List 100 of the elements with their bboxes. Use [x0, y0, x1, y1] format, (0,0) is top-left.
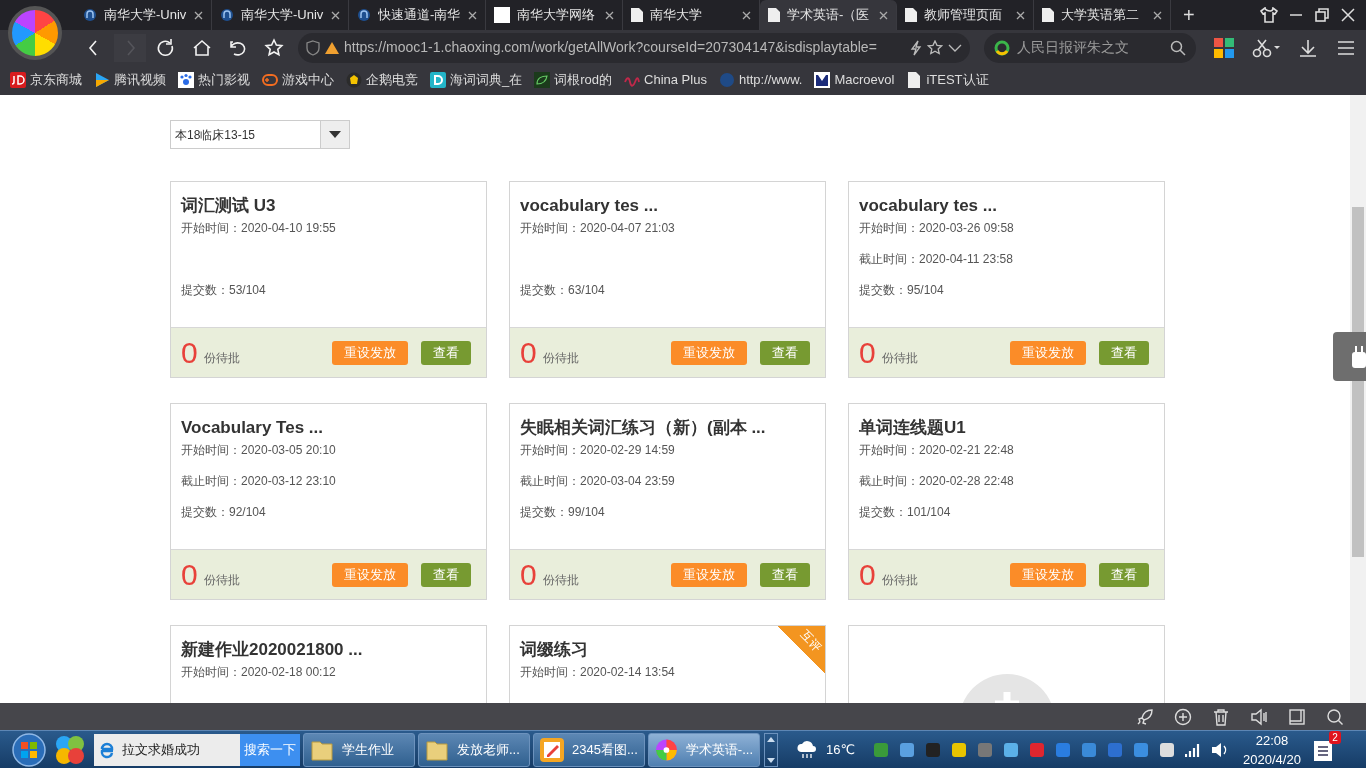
- star-icon[interactable]: [927, 39, 943, 56]
- close-icon[interactable]: [879, 10, 888, 20]
- globe-icon: [357, 8, 371, 22]
- assignment-title[interactable]: vocabulary tes ...: [520, 193, 815, 217]
- browser-tab[interactable]: 学术英语-（医: [760, 0, 897, 30]
- taskbar-search-field[interactable]: 拉文求婚成功: [120, 738, 230, 761]
- tray-icon[interactable]: [1159, 741, 1176, 758]
- letter-m-icon: [814, 72, 831, 88]
- submission-count: 提交数：53/104: [181, 282, 267, 299]
- restore-icon[interactable]: [1314, 7, 1330, 23]
- arrow-up-icon[interactable]: [767, 736, 775, 742]
- bookmark-link[interactable]: 企鹅电竞: [346, 70, 418, 90]
- jd-logo-icon: [10, 72, 26, 88]
- bookmark-link[interactable]: http://www.: [718, 70, 803, 90]
- menu-icon[interactable]: [1336, 38, 1356, 57]
- taskbar-item[interactable]: 学生作业: [303, 732, 415, 767]
- assignment-title[interactable]: Vocabulary Tes ...: [181, 415, 476, 439]
- search-engine-logo-icon: [994, 39, 1010, 56]
- bookmark-link[interactable]: Macroevol: [814, 70, 895, 90]
- search-field[interactable]: 人民日报评朱之文: [1015, 36, 1165, 59]
- play-icon: [94, 72, 110, 88]
- pending-count: 0: [181, 559, 198, 590]
- assignment-title[interactable]: 失眠相关词汇练习（新）(副本 ...: [520, 415, 815, 439]
- pending-label: 份待批: [203, 349, 240, 367]
- gamepad-icon: [262, 72, 278, 88]
- side-panel-tab[interactable]: [1333, 332, 1366, 381]
- trash-icon[interactable]: [1212, 707, 1230, 726]
- close-icon[interactable]: [468, 10, 477, 20]
- bookmark-link[interactable]: 热门影视: [178, 70, 250, 90]
- globe-icon: [718, 72, 735, 88]
- bookmark-link[interactable]: 游戏中心: [262, 70, 334, 90]
- star-icon[interactable]: [264, 37, 284, 58]
- reload-icon[interactable]: [156, 37, 176, 58]
- new-tab-button[interactable]: +: [1171, 0, 1207, 30]
- tray-icon[interactable]: [899, 741, 916, 758]
- shield-icon: [306, 39, 320, 56]
- pending-count: 0: [859, 559, 876, 590]
- document-icon: [906, 72, 923, 88]
- end-time: 截止时间：2020-02-28 22:48: [859, 473, 1015, 490]
- rocket-icon[interactable]: [1136, 707, 1154, 726]
- arrow-down-icon[interactable]: [767, 757, 775, 763]
- bookmark-link[interactable]: iTEST认证: [906, 70, 989, 90]
- lightning-icon[interactable]: [910, 39, 922, 56]
- globe-icon: [83, 8, 97, 22]
- pending-label: 份待批: [881, 349, 918, 367]
- address-field[interactable]: https://mooc1-1.chaoxing.com/work/getAllWork?courseId=207304147&isdisplaytable=: [298, 32, 970, 63]
- search-box[interactable]: 人民日报评朱之文: [984, 32, 1196, 63]
- start-time: 开始时间：2020-03-05 20:10: [181, 442, 337, 459]
- blank-page-icon: [494, 7, 510, 23]
- pencil-picture-icon: [540, 737, 564, 762]
- bookmark-link[interactable]: 腾讯视频: [94, 70, 166, 90]
- cloud-rain-icon: [796, 739, 818, 760]
- assignment-title[interactable]: 新建作业2020021800 ...: [181, 637, 476, 661]
- document-icon: [1042, 8, 1054, 22]
- notification-badge: 2: [1329, 731, 1341, 745]
- chevron-down-icon[interactable]: [948, 42, 962, 53]
- tray-icon[interactable]: [1003, 741, 1020, 758]
- pinwheel-icon: [655, 737, 678, 762]
- close-icon[interactable]: [605, 10, 614, 20]
- bookmark-link[interactable]: 词根rod的: [534, 70, 613, 90]
- clock-date: 2020/4/20: [1243, 750, 1301, 768]
- assignment-title[interactable]: 词汇测试 U3: [181, 193, 476, 217]
- submission-count: 提交数：101/104: [859, 504, 952, 521]
- assignment-title[interactable]: 单词连线题U1: [859, 415, 1154, 439]
- scissors-icon[interactable]: [1252, 37, 1280, 58]
- taskbar-item[interactable]: 发放老师...: [418, 732, 530, 767]
- close-icon[interactable]: [331, 10, 340, 20]
- pending-label: 份待批: [542, 349, 579, 367]
- search-icon[interactable]: [1170, 39, 1186, 56]
- close-icon[interactable]: [742, 10, 751, 20]
- class-select[interactable]: 本18临床13-15: [170, 120, 350, 149]
- bookmark-link[interactable]: 京东商城: [10, 70, 82, 90]
- close-icon[interactable]: [194, 10, 203, 20]
- leaf-icon: [534, 72, 551, 88]
- download-icon[interactable]: [1298, 37, 1318, 58]
- assignment-title[interactable]: vocabulary tes ...: [859, 193, 1154, 217]
- search-icon[interactable]: [1326, 707, 1344, 726]
- balls-icon[interactable]: [54, 733, 86, 766]
- peer-review-ribbon: 互评: [777, 626, 825, 674]
- speaker-icon[interactable]: [1250, 707, 1268, 726]
- bookmark-link[interactable]: China Plus: [624, 70, 707, 90]
- clock-time: 22:08: [1254, 731, 1290, 750]
- circle-plus-icon[interactable]: [1174, 707, 1192, 726]
- start-time: 开始时间：2020-04-07 21:03: [520, 220, 676, 237]
- globe-icon: [220, 8, 234, 22]
- taskbar-search-box[interactable]: 拉文求婚成功: [94, 733, 240, 766]
- shirt-icon[interactable]: [1260, 7, 1278, 23]
- tray-icon[interactable]: [1133, 741, 1150, 758]
- bookmark-link[interactable]: 海词词典_在: [430, 70, 523, 90]
- window-icon[interactable]: [1288, 707, 1306, 726]
- letter-e-icon: [98, 740, 116, 759]
- tray-icon[interactable]: [951, 741, 968, 758]
- tiles-icon[interactable]: [1214, 37, 1234, 58]
- taskbar-item[interactable]: 2345看图...: [533, 732, 645, 767]
- start-time: 开始时间：2020-02-29 14:59: [520, 442, 676, 459]
- start-button[interactable]: [12, 732, 46, 767]
- close-icon[interactable]: [1016, 10, 1025, 20]
- home-icon[interactable]: [192, 37, 212, 58]
- start-time: 开始时间：2020-02-18 00:12: [181, 664, 337, 681]
- close-icon[interactable]: [1153, 10, 1162, 20]
